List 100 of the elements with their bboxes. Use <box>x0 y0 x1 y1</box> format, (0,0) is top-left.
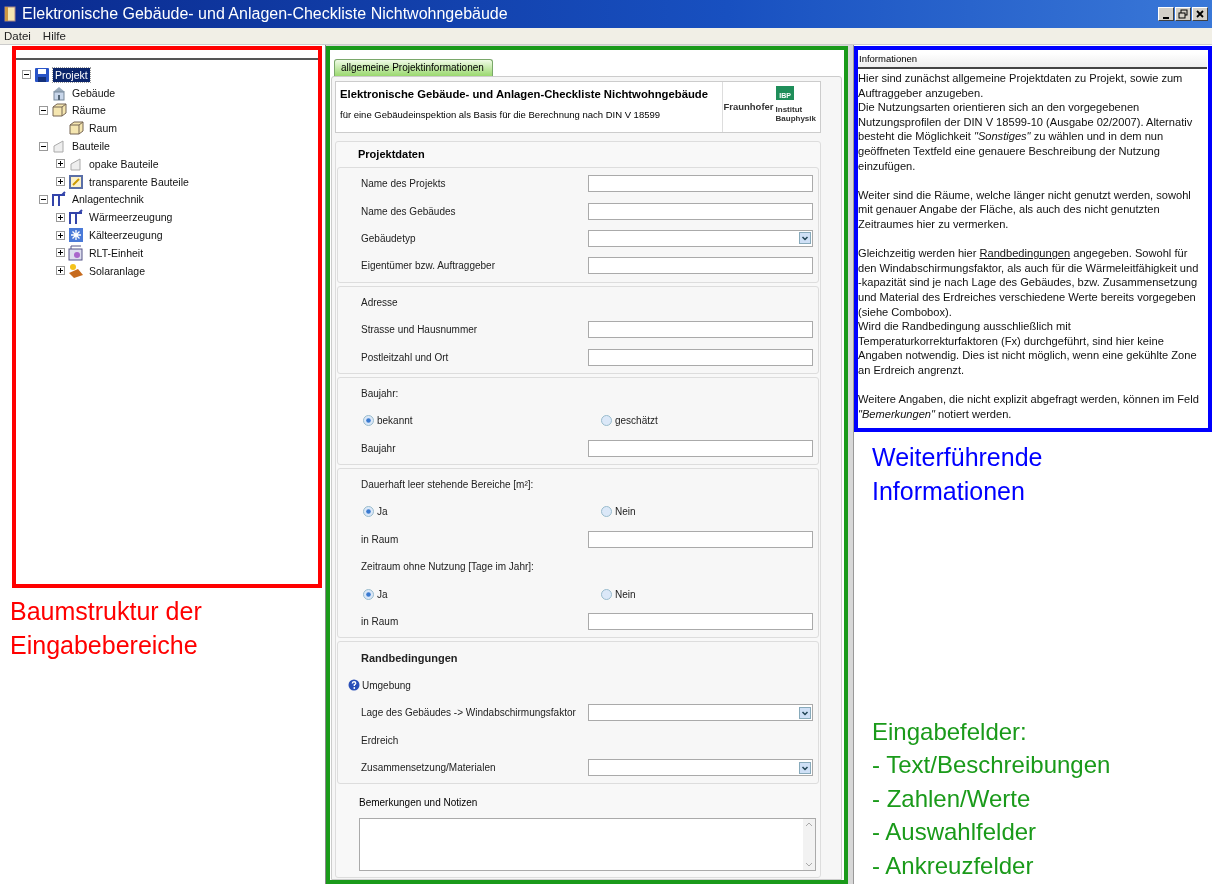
document-icon <box>4 6 16 22</box>
field-label: in Raum <box>360 616 400 628</box>
field-label: in Raum <box>360 533 400 545</box>
annotation-text: Weiterführende <box>872 442 1044 473</box>
tree-item[interactable]: opake Bauteile <box>87 156 161 171</box>
dropdown-field[interactable] <box>588 759 813 776</box>
tree-item[interactable]: Anlagentechnik <box>70 192 146 207</box>
info-paragraph: Weiter sind die Räume, welche länger nicht genutzt werden, sowohl mit genauer Angabe der Fläche, als auch des nicht genutzten Zeitraumes hier zu vermerken. <box>858 187 1192 232</box>
input-field[interactable] <box>588 257 813 275</box>
tree-node-icon <box>68 120 84 137</box>
annotation-text: - Zahlen/Werte <box>872 783 1032 814</box>
field-label: Strasse und Hausnummer <box>360 324 479 336</box>
tree-node-icon <box>34 66 50 83</box>
radio-button[interactable] <box>601 415 612 427</box>
logo-text: Fraunhofer <box>723 101 774 112</box>
collapse-toggle[interactable] <box>39 106 48 115</box>
radio-button[interactable] <box>363 506 374 518</box>
field-label: Erdreich <box>360 734 400 746</box>
window-title: Elektronische Gebäude- und Anlagen-Checkliste Nichtwohngebäude <box>22 5 509 23</box>
radio-button[interactable] <box>601 506 612 518</box>
logo-text: Bauphysik <box>775 114 816 123</box>
dropdown-field[interactable] <box>588 704 813 722</box>
expand-toggle[interactable] <box>56 177 65 187</box>
close-button[interactable] <box>1192 7 1208 21</box>
input-field[interactable] <box>588 613 813 631</box>
tree-node-icon <box>68 209 84 226</box>
tree-item[interactable]: RLT-Einheit <box>87 245 146 260</box>
field-label: Baujahr <box>360 442 397 454</box>
minimize-button[interactable] <box>1158 7 1174 21</box>
field-label: Gebäudetyp <box>360 232 417 244</box>
expand-toggle[interactable] <box>56 266 65 276</box>
info-paragraph: Weitere Angaben, die nicht explizit abgefragt werden, können im Feld "Bemerkungen" notiert werden. <box>858 392 1200 422</box>
form-subtitle: für eine Gebäudeinspektion als Basis für die Berechnung nach DIN V 18599 <box>340 109 662 120</box>
field-label: Bemerkungen und Notizen <box>358 796 479 809</box>
expand-toggle[interactable] <box>56 230 65 240</box>
tree-item[interactable]: Bauteile <box>70 139 112 154</box>
field-label: Zeitraum ohne Nutzung [Tage im Jahr]: <box>360 561 535 573</box>
field-label: Umgebung <box>362 679 411 691</box>
tree-node-icon <box>68 155 84 172</box>
tree-item[interactable]: Raum <box>87 121 119 136</box>
radio-button[interactable] <box>363 415 374 427</box>
expand-toggle[interactable] <box>56 159 65 169</box>
annotation-text: - Ankreuzfelder <box>872 850 1035 881</box>
tab[interactable]: allgemeine Projektinformationen <box>334 59 493 76</box>
tree-item[interactable]: Wärmeerzeugung <box>87 210 175 225</box>
input-field[interactable] <box>588 202 813 220</box>
link[interactable]: Randbedingungen <box>979 247 1071 260</box>
tree-node-icon <box>68 227 84 244</box>
info-paragraph: Hier sind zunächst allgemeine Projektdaten zu Projekt, sowie zum Auftraggeber anzugeben. <box>858 71 1184 101</box>
field-label: Postleitzahl und Ort <box>360 351 450 363</box>
tree-node-icon <box>51 102 67 119</box>
expand-toggle[interactable] <box>56 212 65 222</box>
collapse-toggle[interactable] <box>39 141 48 151</box>
help-icon[interactable] <box>348 679 360 692</box>
field-label: Dauerhaft leer stehende Bereiche [m²]: <box>360 479 535 491</box>
radio-label: Nein <box>615 588 636 600</box>
tree-item[interactable]: Gebäude <box>70 85 118 100</box>
tree-item[interactable]: transparente Bauteile <box>87 174 191 189</box>
minimize-icon <box>1163 16 1169 19</box>
tree-item[interactable]: Solaranlage <box>87 263 148 278</box>
annotation-text: Eingabebereiche <box>10 630 199 661</box>
info-paragraph: Wird die Randbedingung ausschließlich mit Temperaturkorrekturfaktoren (Fx) durchgeführt, sind hier keine Angaben notwendig. Dies ist nicht möglich, wenn eine gekühlte Zone an Erdreich angrenzt. <box>858 319 1198 378</box>
tree-node-icon <box>51 138 67 155</box>
info-paragraph: Gleichzeitig werden hier Randbedingungen angegeben. Sowohl für den Windabschirmungsfaktor, als auch für die Wärmeleitfähigkeit und -kapazität sind je nach Lage des Gebäudes, bzw. Zusammensetzung und Material des Erdreiches verschiedene Werte bereits vorgegeben (siehe Combobox). <box>858 246 1200 320</box>
tree-node-icon <box>68 262 84 279</box>
input-field[interactable] <box>588 321 813 339</box>
expand-toggle[interactable] <box>56 248 65 258</box>
menu-item[interactable]: Hilfe <box>42 30 66 42</box>
tree-node-icon <box>68 173 84 190</box>
radio-label: Ja <box>377 506 388 518</box>
logo-text: Institut <box>775 105 804 114</box>
menu-item[interactable]: Datei <box>4 30 31 42</box>
radio-label: Ja <box>377 588 388 600</box>
panel-title: Informationen <box>858 53 1207 69</box>
maximize-button[interactable] <box>1175 7 1191 21</box>
field-label: Name des Projekts <box>360 178 447 190</box>
notes-textarea[interactable] <box>359 818 816 872</box>
radio-button[interactable] <box>601 588 612 600</box>
input-field[interactable] <box>588 439 813 457</box>
input-field[interactable] <box>588 530 813 548</box>
tree-item[interactable]: Kälteerzeugung <box>87 228 165 243</box>
field-label: Adresse <box>360 296 399 308</box>
info-paragraph: Die Nutzungsarten orientieren sich an den vorgegebenen Nutzungsprofilen der DIN V 18599-10 (Ausgabe 02/2007). Alternativ besteht die Möglichkeit "Sonstiges" zu wählen und in dem nun geöffneten Textfeld eine genauere Beschreibung der Nutzung einzufügen. <box>858 100 1194 174</box>
field-label: Lage des Gebäudes -> Windabschirmungsfaktor <box>360 707 577 719</box>
dropdown-field[interactable] <box>588 229 813 247</box>
collapse-toggle[interactable] <box>22 70 31 80</box>
input-field[interactable] <box>588 175 813 193</box>
collapse-toggle[interactable] <box>39 194 48 204</box>
radio-button[interactable] <box>363 588 374 600</box>
annotation-text: - Auswahlfelder <box>872 817 1038 847</box>
field-label: Name des Gebäudes <box>360 205 457 217</box>
field-label: Baujahr: <box>360 387 400 399</box>
scrollbar[interactable] <box>803 819 815 871</box>
tree-item[interactable]: Projekt <box>53 67 90 82</box>
tree-item[interactable]: Räume <box>70 103 108 118</box>
field-label: Eigentümer bzw. Auftraggeber <box>360 260 496 272</box>
tree-node-icon <box>68 244 84 261</box>
annotation-text: Informationen <box>872 476 1026 507</box>
input-field[interactable] <box>588 348 813 366</box>
radio-label: bekannt <box>377 415 413 427</box>
